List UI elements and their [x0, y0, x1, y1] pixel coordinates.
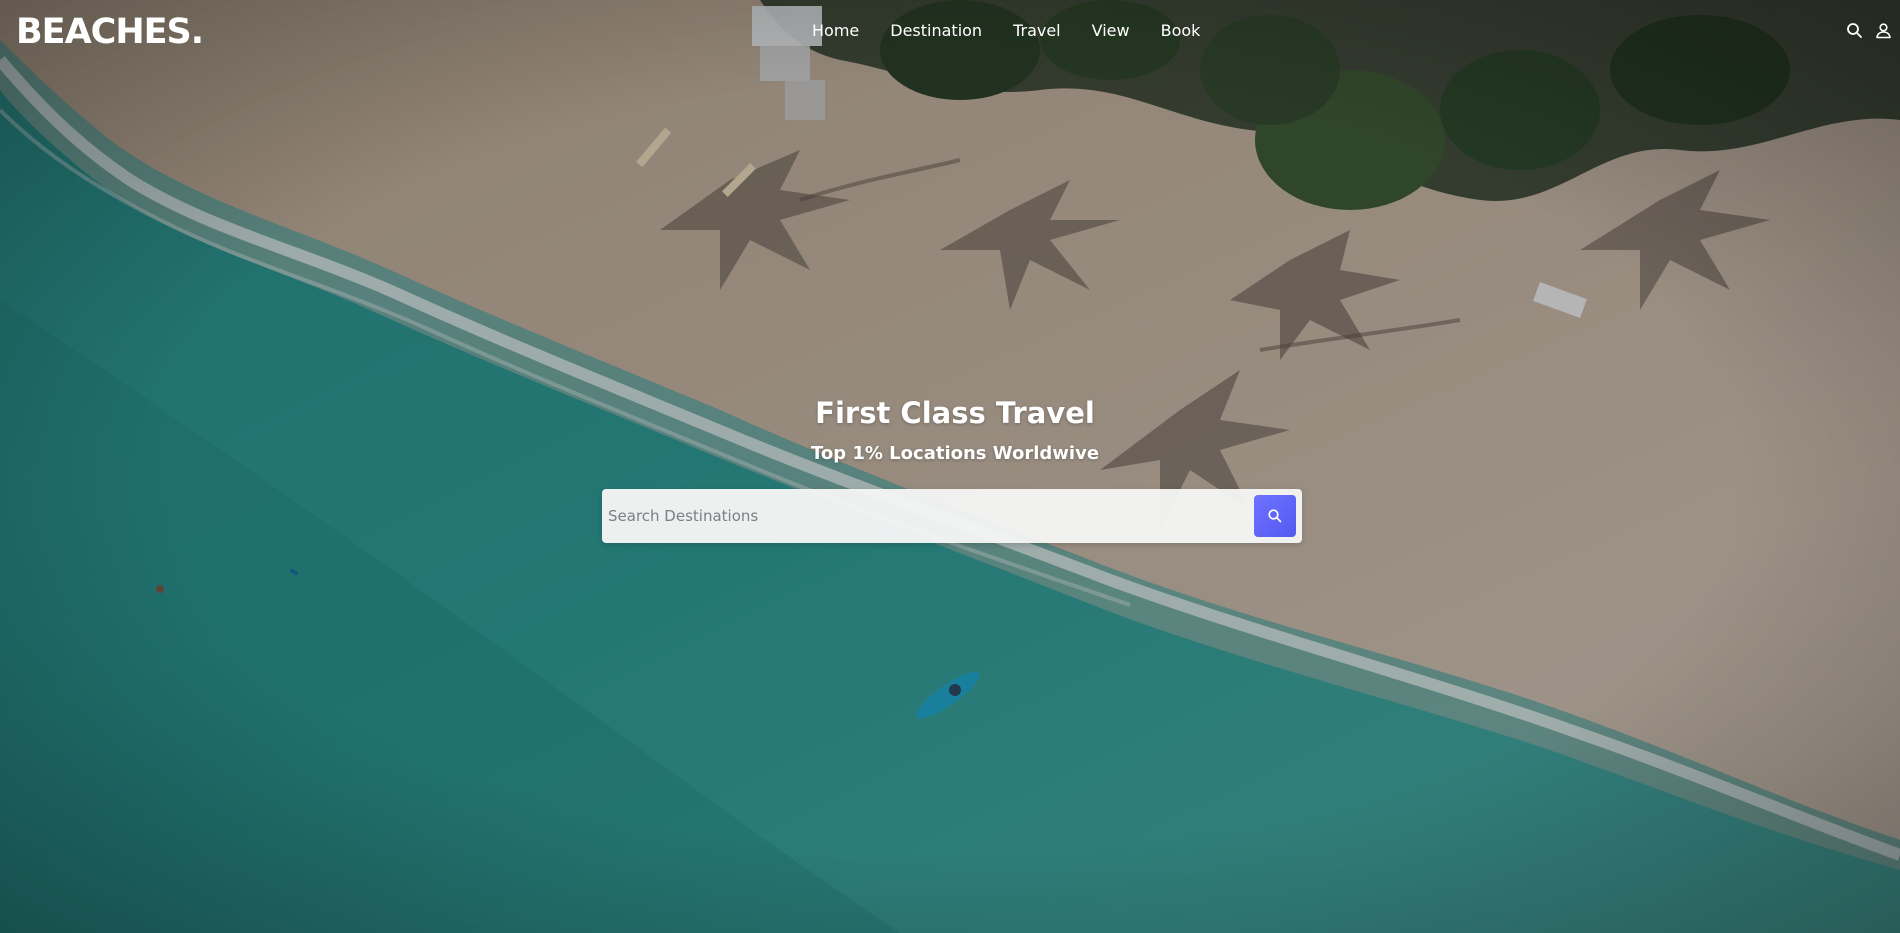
top-navbar: BEACHES. Home Destination Travel View Bo…: [0, 0, 1900, 64]
nav-item-destination[interactable]: Destination: [890, 21, 982, 40]
brand-logo[interactable]: BEACHES.: [16, 12, 204, 52]
hero-subtitle: Top 1% Locations Worldwive: [810, 443, 1100, 464]
hero-section: BEACHES. Home Destination Travel View Bo…: [0, 0, 1900, 933]
nav-icon-group: [1846, 22, 1892, 39]
search-icon: [1254, 508, 1296, 524]
main-nav: Home Destination Travel View Book: [812, 21, 1200, 40]
search-destinations-input[interactable]: [604, 489, 1244, 543]
nav-item-book[interactable]: Book: [1161, 21, 1201, 40]
search-submit-button[interactable]: [1254, 495, 1296, 537]
hero-title: First Class Travel: [815, 396, 1095, 430]
nav-item-travel[interactable]: Travel: [1013, 21, 1061, 40]
destination-search-bar: [602, 489, 1302, 543]
nav-item-home[interactable]: Home: [812, 21, 859, 40]
search-icon[interactable]: [1846, 22, 1863, 39]
hero-text: First Class Travel Top 1% Locations Worl…: [0, 393, 1900, 467]
user-icon[interactable]: [1875, 22, 1892, 39]
nav-item-view[interactable]: View: [1092, 21, 1130, 40]
